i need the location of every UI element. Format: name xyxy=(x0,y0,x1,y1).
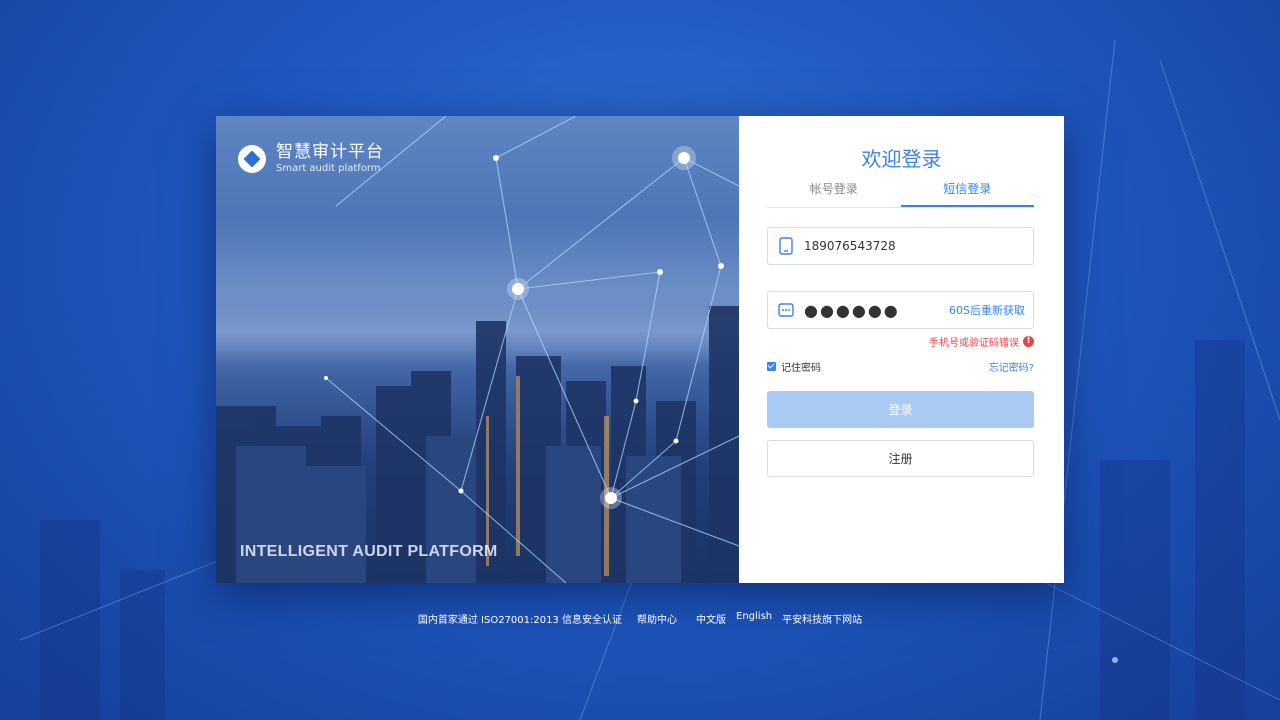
error-message: 手机号或验证码错误 ! xyxy=(929,334,1034,349)
remember-checkbox[interactable] xyxy=(767,362,776,371)
footer: 国内首家通过 ISO27001:2013 信息安全认证 帮助中心 中文版 Eng… xyxy=(0,611,1280,626)
sms-code-icon xyxy=(768,303,804,317)
remember-password[interactable]: 记住密码 xyxy=(767,359,821,374)
error-icon: ! xyxy=(1023,336,1034,347)
hero-slogan: INTELLIGENT AUDIT PLATFORM xyxy=(240,543,498,560)
city-network-illustration xyxy=(216,116,739,583)
phone-field[interactable] xyxy=(767,227,1034,265)
phone-input[interactable] xyxy=(804,239,934,253)
brand-name-en: Smart audit platform xyxy=(276,163,381,174)
login-title: 欢迎登录 xyxy=(861,147,942,171)
remember-label: 记住密码 xyxy=(781,363,821,374)
hero-image: 智慧审计平台 Smart audit platform INTELLIGENT … xyxy=(216,116,739,583)
tab-account-login[interactable]: 帐号登录 xyxy=(767,178,901,207)
brand: 智慧审计平台 Smart audit platform xyxy=(238,142,384,175)
sms-code-field[interactable]: 60S后重新获取 xyxy=(767,291,1034,329)
footer-certification: 国内首家通过 ISO27001:2013 信息安全认证 xyxy=(417,615,623,626)
audit-logo-icon xyxy=(238,144,266,173)
mobile-phone-icon xyxy=(768,237,804,255)
login-card: 智慧审计平台 Smart audit platform INTELLIGENT … xyxy=(216,116,1064,583)
tab-sms-login[interactable]: 短信登录 xyxy=(900,178,1034,207)
footer-help-link[interactable]: 帮助中心 xyxy=(637,611,677,626)
footer-lang-cn[interactable]: 中文版 xyxy=(696,611,726,626)
sms-code-input[interactable] xyxy=(804,300,944,320)
login-button[interactable]: 登录 xyxy=(767,391,1034,428)
register-button[interactable]: 注册 xyxy=(767,440,1034,477)
footer-lang-en[interactable]: English xyxy=(736,611,772,626)
error-text: 手机号或验证码错误 xyxy=(929,338,1019,349)
resend-code-button[interactable]: 60S后重新获取 xyxy=(949,302,1025,318)
footer-site-link[interactable]: 平安科技旗下网站 xyxy=(782,611,862,626)
brand-name-cn: 智慧审计平台 xyxy=(276,142,384,162)
forgot-password-link[interactable]: 忘记密码? xyxy=(989,359,1034,374)
login-tabs: 帐号登录 短信登录 xyxy=(767,178,1034,208)
login-panel: 欢迎登录 帐号登录 短信登录 189076543728 ●●●●●● 60S后重… xyxy=(739,116,1064,583)
